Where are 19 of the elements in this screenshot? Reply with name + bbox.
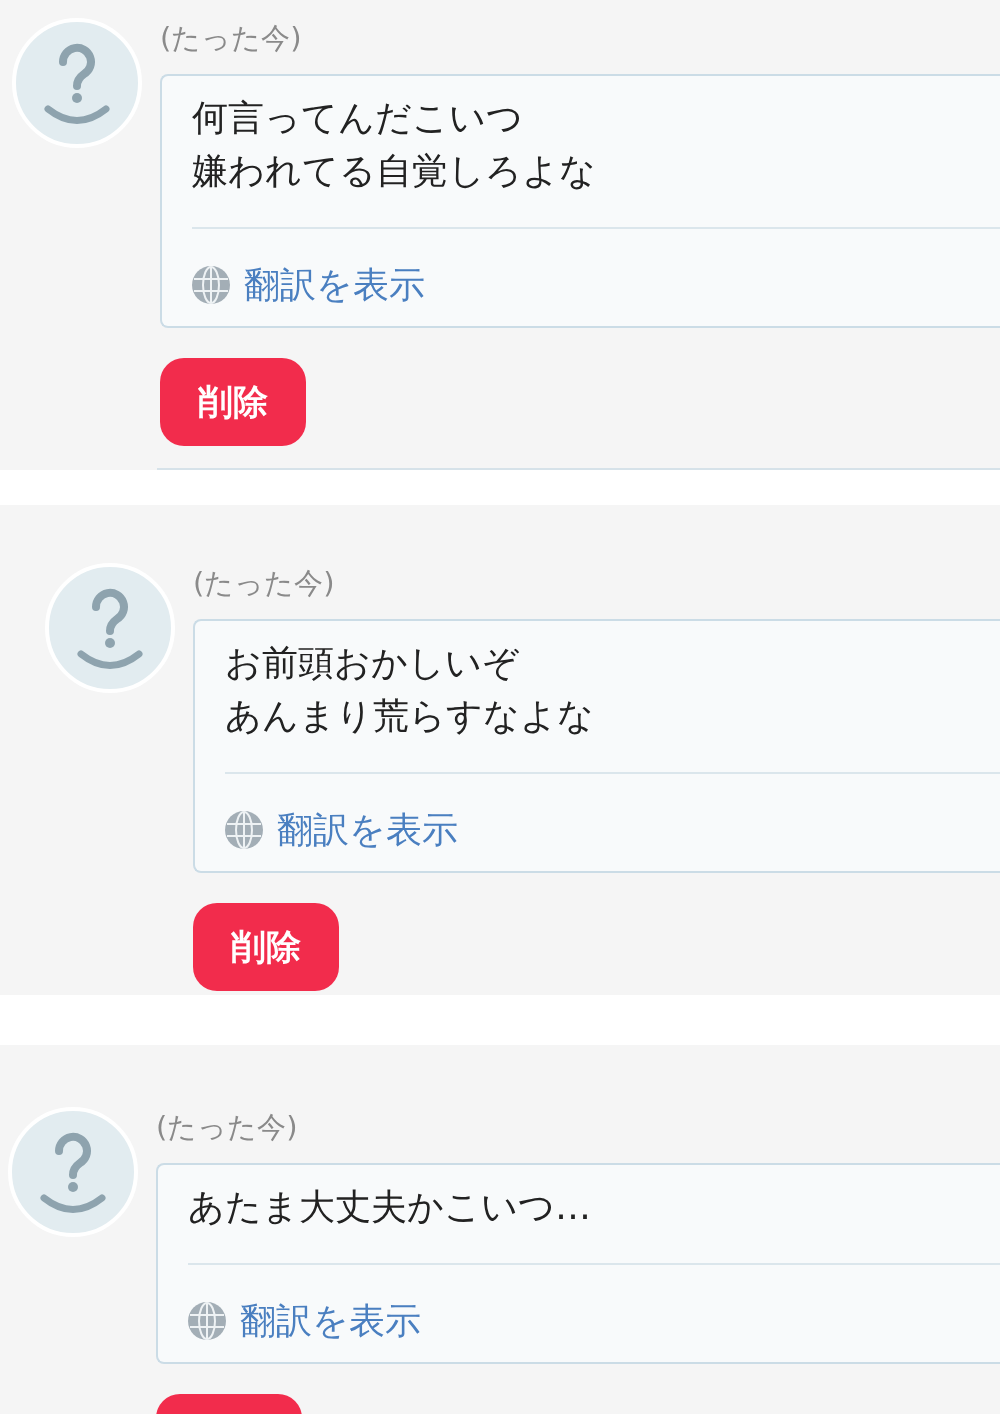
comment-timestamp: (たった今) bbox=[160, 20, 302, 57]
unknown-user-avatar-icon bbox=[8, 1107, 138, 1237]
globe-icon bbox=[188, 1302, 226, 1340]
delete-button[interactable]: 削除 bbox=[160, 358, 306, 446]
comment-text-line: あたま大丈夫かこいつ… bbox=[188, 1185, 591, 1229]
show-translation-link[interactable]: 翻訳を表示 bbox=[188, 1298, 421, 1344]
comment-text-line: 何言ってんだこいつ bbox=[192, 96, 523, 140]
globe-icon bbox=[225, 811, 263, 849]
show-translation-link[interactable]: 翻訳を表示 bbox=[192, 262, 425, 308]
comment-text-line: お前頭おかしいぞ bbox=[225, 641, 519, 685]
globe-icon bbox=[192, 266, 230, 304]
unknown-user-avatar-icon bbox=[45, 563, 175, 693]
comment-text-line: 嫌われてる自覚しろよな bbox=[192, 149, 596, 193]
comment-timestamp: (たった今) bbox=[193, 565, 335, 602]
comment-text-line: あんまり荒らすなよな bbox=[225, 694, 594, 738]
unknown-user-avatar-icon bbox=[12, 18, 142, 148]
comment-timestamp: (たった今) bbox=[156, 1109, 298, 1146]
delete-button[interactable]: 削除 bbox=[193, 903, 339, 991]
show-translation-link[interactable]: 翻訳を表示 bbox=[225, 807, 458, 853]
